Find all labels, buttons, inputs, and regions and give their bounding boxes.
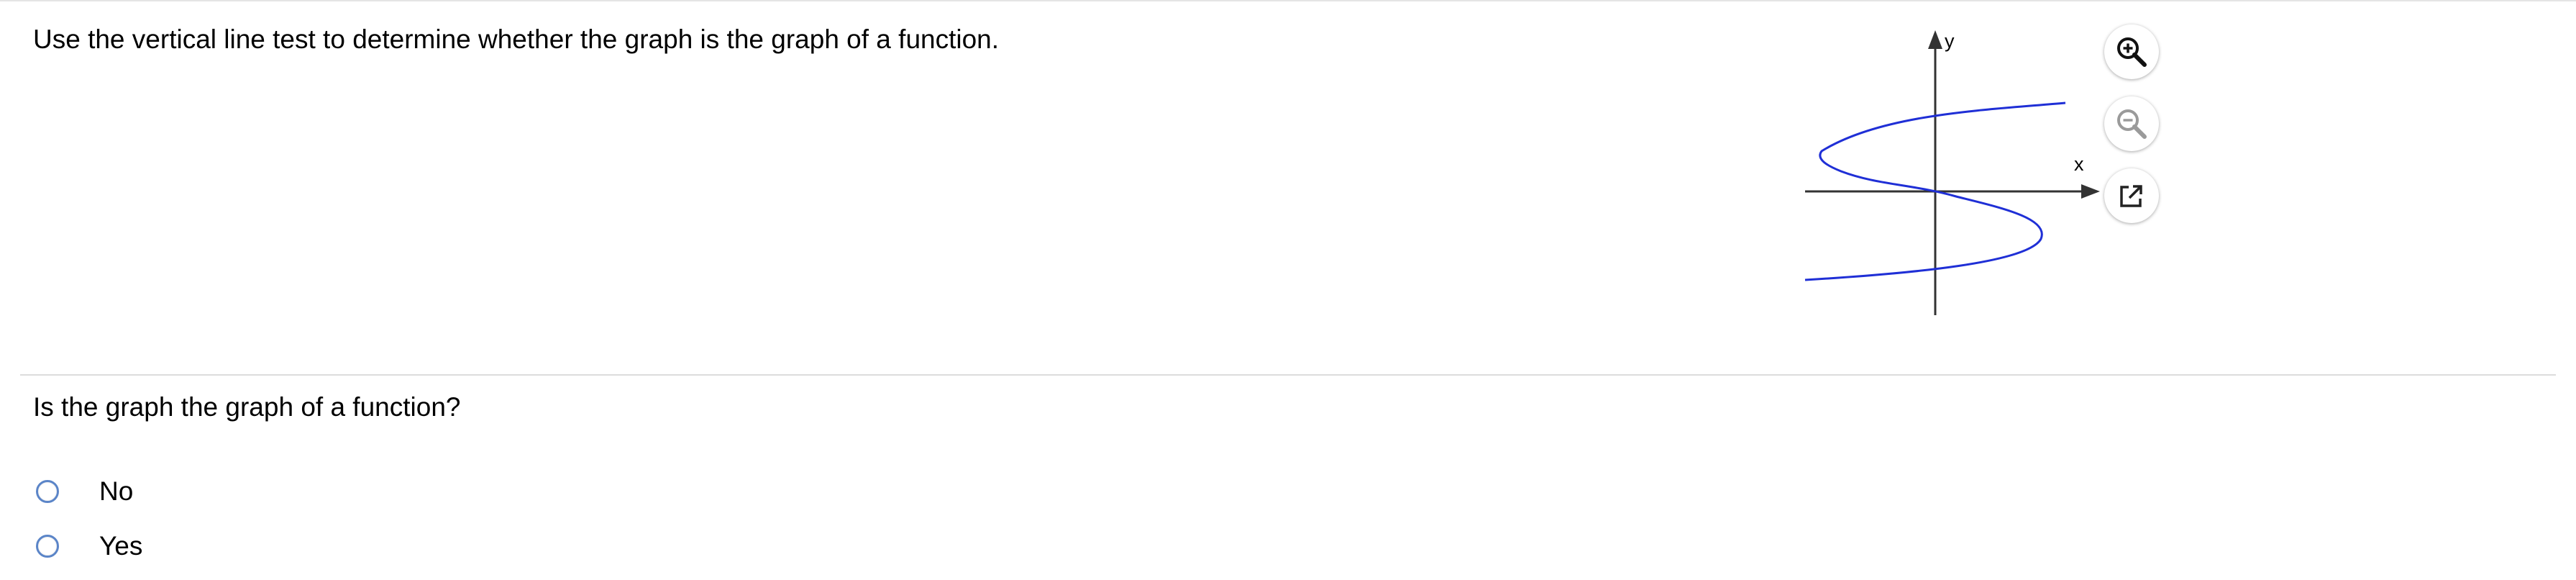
external-link-icon — [2120, 185, 2142, 207]
answer-option-no[interactable]: No — [36, 473, 133, 509]
answer-label-no: No — [99, 476, 134, 506]
zoom-in-button[interactable] — [2104, 24, 2159, 79]
x-axis-arrow — [2081, 184, 2100, 199]
open-in-new-window-button[interactable] — [2104, 168, 2159, 223]
zoom-in-icon — [2117, 37, 2147, 67]
answer-label-yes: Yes — [99, 531, 143, 561]
section-divider — [20, 374, 2556, 376]
x-axis-label: x — [2074, 153, 2084, 175]
function-graph: y x — [1804, 30, 2100, 315]
question-instruction: Use the vertical line test to determine … — [33, 24, 1000, 54]
answer-option-yes[interactable]: Yes — [36, 528, 142, 564]
y-axis-arrow — [1928, 30, 1942, 49]
y-axis-label: y — [1945, 30, 1955, 52]
question-prompt: Is the graph the graph of a function? — [33, 392, 461, 422]
top-divider — [0, 0, 2576, 1]
zoom-out-button[interactable] — [2104, 96, 2159, 151]
zoom-out-icon — [2117, 109, 2147, 139]
radio-button-yes[interactable] — [36, 535, 59, 558]
radio-button-no[interactable] — [36, 480, 59, 503]
